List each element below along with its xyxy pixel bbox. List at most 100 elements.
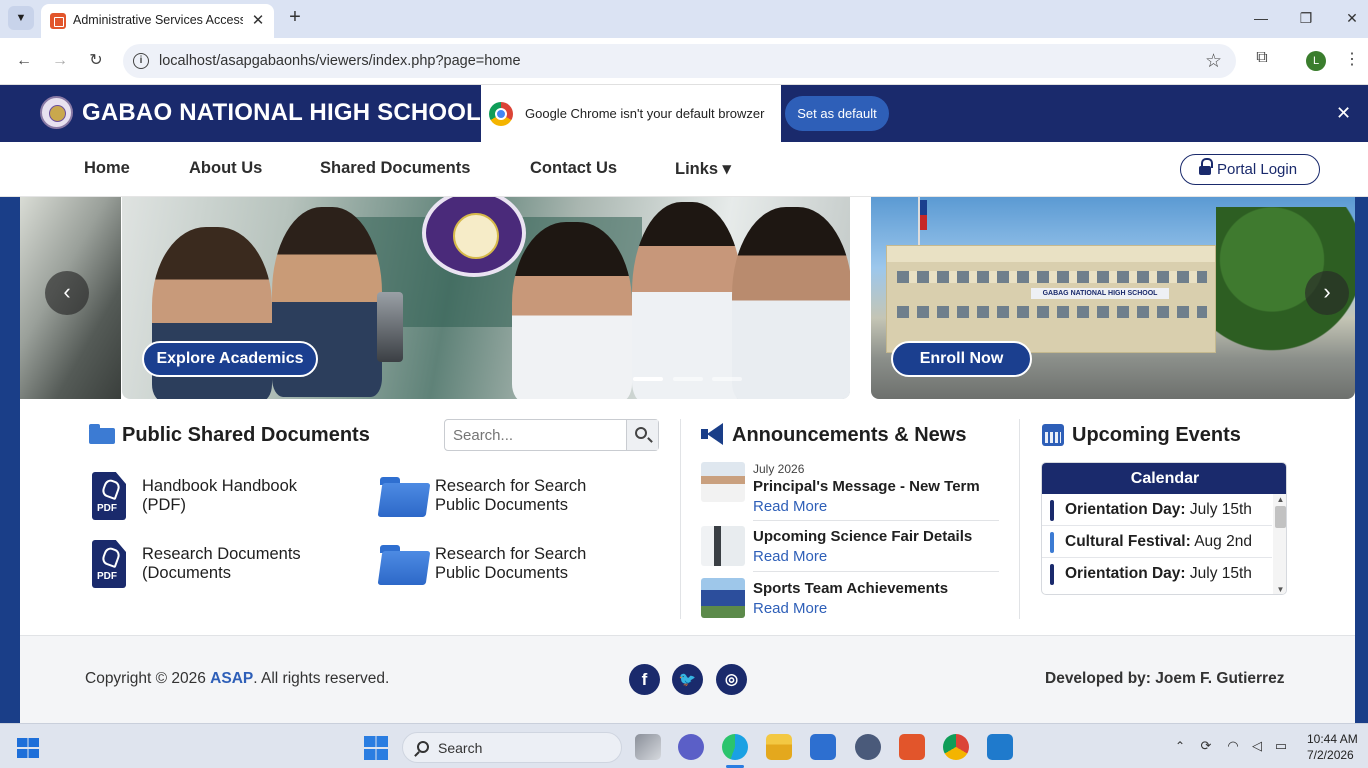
site-info-icon[interactable]: i [133, 53, 149, 69]
banner-close-icon[interactable]: ✕ [1336, 103, 1351, 124]
building-sign: GABAG NATIONAL HIGH SCHOOL [1031, 288, 1169, 299]
nav-contact-us[interactable]: Contact Us [530, 159, 617, 178]
settings-gear-icon[interactable] [855, 734, 881, 760]
page-frame-right [1355, 197, 1368, 723]
event-row[interactable]: Orientation Day: July 15th [1042, 494, 1272, 526]
file-explorer-icon[interactable] [766, 734, 792, 760]
url-text[interactable]: localhost/asapgabaonhs/viewers/index.php… [159, 53, 521, 69]
store-icon[interactable] [810, 734, 836, 760]
nav-shared-documents[interactable]: Shared Documents [320, 159, 470, 178]
document-link-1[interactable]: Handbook Handbook (PDF) [142, 477, 342, 515]
lock-icon [1199, 158, 1213, 175]
chrome-icon[interactable] [943, 734, 969, 760]
event-name: Orientation Day: [1065, 565, 1186, 582]
scrollbar-thumb[interactable] [1275, 506, 1286, 528]
bookmark-star-icon[interactable]: ☆ [1205, 50, 1222, 73]
vscode-icon[interactable] [987, 734, 1013, 760]
explore-academics-button[interactable]: Explore Academics [142, 341, 318, 377]
tray-app-icon[interactable]: ⟳ [1197, 738, 1215, 754]
documents-search-button[interactable] [626, 420, 658, 450]
enroll-now-button[interactable]: Enroll Now [891, 341, 1032, 377]
developer-credit: Developed by: Joem F. Gutierrez [1045, 670, 1285, 687]
windows-start-icon[interactable] [364, 736, 388, 760]
set-as-default-button[interactable]: Set as default [785, 96, 889, 131]
event-date: July 15th [1185, 501, 1252, 518]
extensions-icon[interactable]: ⧉ [1252, 49, 1272, 69]
clock-date[interactable]: 7/2/2026 [1307, 748, 1354, 762]
news-title[interactable]: Principal's Message - New Term [753, 478, 980, 495]
news-section-title: Announcements & News [732, 424, 967, 446]
page-frame-left [0, 197, 20, 723]
browser-menu-icon[interactable]: ⋮ [1344, 49, 1360, 69]
document-link-2[interactable]: Research for Search Public Documents [435, 477, 635, 515]
widgets-icon[interactable] [17, 738, 39, 758]
chat-icon[interactable] [678, 734, 704, 760]
folder-icon[interactable] [380, 545, 428, 585]
address-bar[interactable]: i localhost/asapgabaonhs/viewers/index.p… [123, 44, 1236, 78]
portal-login-button[interactable]: Portal Login [1180, 154, 1320, 185]
document-link-3[interactable]: Research Documents (Documents [142, 545, 342, 583]
tab-close-icon[interactable]: ✕ [248, 11, 268, 31]
nav-home[interactable]: Home [84, 159, 130, 178]
profile-avatar[interactable]: L [1306, 51, 1326, 71]
edge-icon[interactable] [722, 734, 748, 760]
xampp-icon[interactable] [899, 734, 925, 760]
event-row[interactable]: Orientation Day: July 15th [1042, 558, 1272, 590]
window-close-icon[interactable]: ✕ [1338, 6, 1366, 30]
carousel-indicator-3[interactable] [712, 377, 742, 381]
nav-about-us[interactable]: About Us [189, 159, 262, 178]
browser-toolbar: ← → ↻ i localhost/asapgabaonhs/viewers/i… [0, 38, 1368, 85]
facebook-icon[interactable]: f [629, 664, 660, 695]
flag-icon [920, 200, 927, 230]
taskbar-search[interactable]: Search [402, 732, 622, 763]
restore-icon[interactable]: ❐ [1292, 6, 1320, 30]
site-footer: Copyright © 2026 ASAP. All rights reserv… [20, 635, 1355, 723]
news-thumbnail-image [701, 578, 745, 618]
event-date: July 15th [1185, 565, 1252, 582]
read-more-link[interactable]: Read More [753, 548, 827, 565]
read-more-link[interactable]: Read More [753, 498, 827, 515]
twitter-icon[interactable]: 🐦 [672, 664, 703, 695]
carousel-prev-chevron-icon[interactable]: ‹ [45, 271, 89, 315]
carousel-indicator-2[interactable] [673, 377, 703, 381]
instagram-icon[interactable]: ◎ [716, 664, 747, 695]
news-thumbnail-image [701, 462, 745, 502]
column-divider [1019, 419, 1020, 619]
folder-open-icon [89, 424, 115, 444]
reload-icon[interactable]: ↻ [84, 49, 108, 73]
event-row[interactable]: Cultural Festival: Aug 2nd [1042, 526, 1272, 558]
minimize-icon[interactable]: — [1247, 6, 1275, 30]
documents-search-input[interactable] [445, 420, 627, 450]
documents-section-title: Public Shared Documents [122, 424, 370, 446]
read-more-link[interactable]: Read More [753, 600, 827, 617]
scroll-down-icon[interactable]: ▼ [1273, 584, 1286, 594]
wifi-icon[interactable]: ◠ [1224, 738, 1242, 754]
news-title[interactable]: Upcoming Science Fair Details [753, 528, 972, 545]
browser-tab[interactable]: Administrative Services Access S ✕ [41, 4, 274, 38]
nav-links-dropdown[interactable]: Links ▾ [675, 159, 731, 179]
new-tab-icon[interactable]: + [283, 6, 307, 30]
scroll-up-icon[interactable]: ▲ [1273, 494, 1286, 505]
brand-link[interactable]: ASAP [210, 670, 253, 687]
clock-time[interactable]: 10:44 AM [1307, 732, 1358, 746]
folder-icon[interactable] [380, 477, 428, 517]
browser-tab-strip: ▼ Administrative Services Access S ✕ + —… [0, 0, 1368, 38]
carousel-next-chevron-icon[interactable]: › [1305, 271, 1349, 315]
tray-chevron-icon[interactable]: ⌃ [1175, 739, 1185, 753]
tab-search-button[interactable]: ▼ [8, 6, 34, 30]
pdf-icon[interactable] [92, 472, 126, 520]
news-title[interactable]: Sports Team Achievements [753, 580, 948, 597]
task-view-icon[interactable] [635, 734, 661, 760]
battery-icon[interactable]: ▭ [1272, 738, 1290, 754]
back-arrow-icon[interactable]: ← [12, 49, 36, 73]
default-browser-message: Google Chrome isn't your default browzer [525, 106, 765, 121]
hero-carousel: Explore Academics GABAG NATIONAL HIGH SC… [20, 197, 1355, 399]
calendar-icon [1042, 424, 1064, 446]
pdf-icon[interactable] [92, 540, 126, 588]
document-link-4[interactable]: Research for Search Public Documents [435, 545, 635, 583]
main-content: Public Shared Documents Handbook Handboo… [20, 399, 1355, 635]
calendar-scrollbar[interactable]: ▲ ▼ [1273, 494, 1286, 594]
volume-icon[interactable]: ◁ [1248, 738, 1266, 754]
forward-arrow-icon[interactable]: → [48, 49, 72, 73]
carousel-indicator-1[interactable] [633, 377, 663, 381]
